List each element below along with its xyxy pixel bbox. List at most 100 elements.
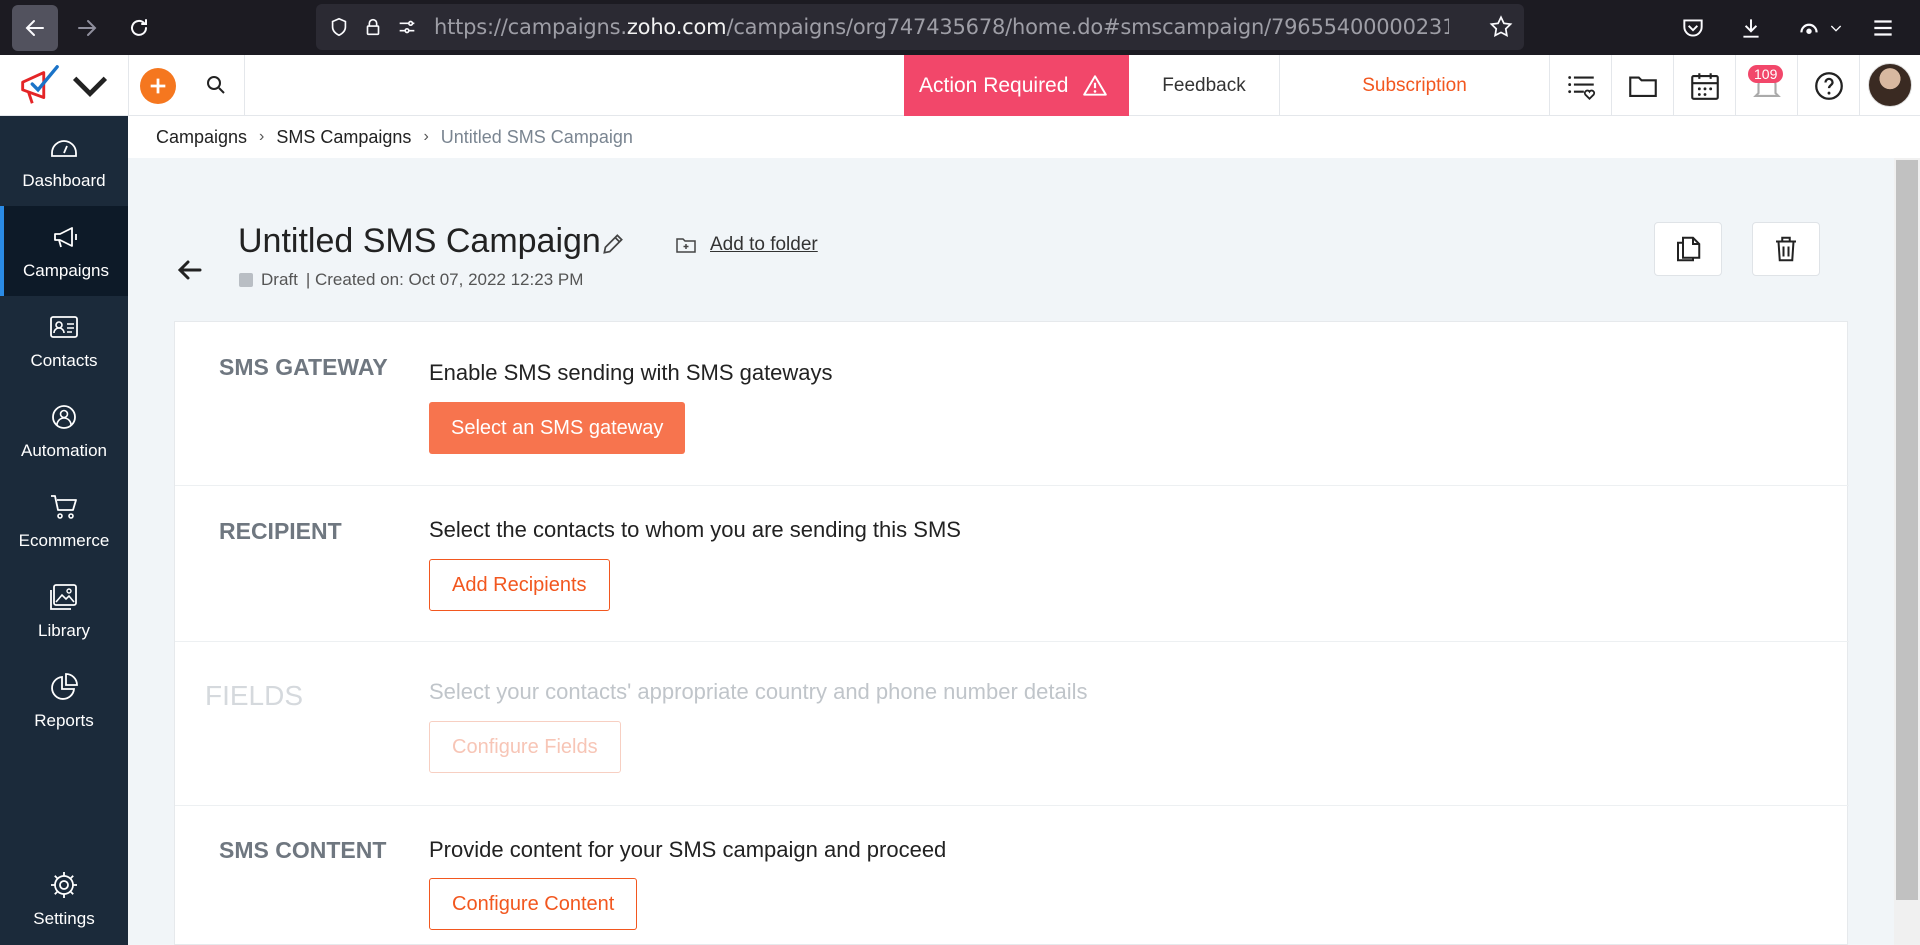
chevron-right-icon: › (423, 128, 429, 145)
create-button[interactable] (140, 68, 176, 104)
subscription-link[interactable]: Subscription (1280, 55, 1550, 116)
section-label: SMS CONTENT (219, 837, 387, 863)
sidebar-item-campaigns[interactable]: Campaigns (0, 206, 128, 296)
sidebar-item-ecommerce[interactable]: Ecommerce (0, 476, 128, 566)
app-logo[interactable] (0, 55, 128, 116)
clone-button[interactable] (1654, 222, 1722, 276)
account-icon[interactable] (1796, 15, 1822, 41)
divider (244, 55, 245, 116)
section-description: Select the contacts to whom you are send… (429, 517, 961, 542)
add-recipients-button[interactable]: Add Recipients (429, 559, 610, 611)
section-description: Enable SMS sending with SMS gateways (429, 360, 833, 385)
divider (128, 55, 129, 116)
reload-button[interactable] (116, 5, 162, 51)
notifications-button[interactable]: 109 (1736, 55, 1798, 116)
favorites-list-button[interactable] (1550, 55, 1612, 116)
section-description: Provide content for your SMS campaign an… (429, 837, 947, 862)
status-indicator (239, 273, 253, 287)
pie-chart-icon (51, 673, 78, 700)
sidebar-item-label: Settings (33, 909, 95, 928)
app-header: Action Required Feedback Subscription 10… (0, 55, 1920, 116)
search-button[interactable] (200, 69, 232, 101)
section-description: Select your contacts' appropriate countr… (429, 679, 1088, 704)
gauge-icon (51, 140, 77, 157)
copy-icon (1677, 236, 1701, 262)
sidebar-item-label: Ecommerce (18, 531, 110, 550)
sidebar-item-reports[interactable]: Reports (0, 656, 128, 746)
address-bar[interactable]: https://campaigns.zoho.com/campaigns/org… (316, 4, 1524, 50)
action-required-button[interactable]: Action Required (904, 55, 1129, 116)
sidebar-item-contacts[interactable]: Contacts (0, 296, 128, 386)
sidebar-item-settings[interactable]: Settings (0, 854, 128, 944)
breadcrumb: Campaigns › SMS Campaigns › Untitled SMS… (128, 116, 1920, 158)
help-button[interactable] (1798, 55, 1860, 116)
calendar-button[interactable] (1674, 55, 1736, 116)
folder-plus-icon (676, 238, 696, 253)
sidebar-item-label: Library (38, 621, 90, 640)
url-text[interactable]: https://campaigns.zoho.com/campaigns/org… (434, 15, 1449, 39)
sidebar-item-label: Campaigns (23, 261, 109, 280)
breadcrumb-campaigns[interactable]: Campaigns (156, 127, 247, 148)
download-icon[interactable] (1738, 15, 1764, 41)
image-icon (50, 584, 77, 610)
chevron-right-icon: › (259, 128, 265, 145)
browser-toolbar: https://campaigns.zoho.com/campaigns/org… (0, 0, 1920, 55)
section-label: RECIPIENT (219, 518, 342, 544)
add-to-folder-label: Add to folder (710, 234, 818, 255)
forward-button[interactable] (64, 5, 110, 51)
sidebar-item-label: Contacts (30, 351, 98, 370)
trash-icon (1776, 236, 1796, 262)
section-label: SMS GATEWAY (219, 354, 388, 380)
permissions-icon[interactable] (396, 16, 418, 38)
delete-button[interactable] (1752, 222, 1820, 276)
sidebar-item-automation[interactable]: Automation (0, 386, 128, 476)
help-icon (1814, 71, 1843, 100)
chevron-down-icon[interactable] (1828, 15, 1844, 41)
back-arrow-icon[interactable] (174, 254, 206, 286)
configure-fields-button: Configure Fields (429, 721, 621, 773)
contact-card-icon (50, 316, 78, 338)
configure-content-button[interactable]: Configure Content (429, 878, 638, 930)
plus-icon (150, 78, 166, 94)
automation-icon (52, 405, 76, 429)
recipient-section: RECIPIENT Select the contacts to whom yo… (175, 486, 1849, 642)
search-icon (207, 76, 225, 94)
feedback-link[interactable]: Feedback (1129, 55, 1280, 116)
back-button[interactable] (12, 4, 58, 51)
list-heart-icon (1567, 75, 1595, 100)
sidebar-item-library[interactable]: Library (0, 566, 128, 656)
sidebar: Dashboard Campaigns Contacts Automation … (0, 116, 128, 945)
menu-icon[interactable] (1870, 15, 1896, 41)
section-label: FIELDS (205, 680, 304, 711)
zoho-campaigns-logo-icon (21, 64, 59, 104)
sidebar-item-dashboard[interactable]: Dashboard (0, 116, 128, 206)
gear-icon (51, 872, 77, 898)
pencil-icon[interactable] (600, 231, 626, 257)
shield-icon[interactable] (328, 16, 350, 38)
notification-badge: 109 (1748, 65, 1784, 83)
scrollbar-thumb[interactable] (1896, 160, 1918, 900)
arrow-left-icon (25, 19, 44, 36)
sms-gateway-section: SMS GATEWAY Enable SMS sending with SMS … (175, 322, 1849, 486)
arrow-right-icon (78, 19, 97, 36)
sidebar-item-label: Automation (21, 441, 107, 460)
action-required-label: Action Required (919, 73, 1069, 97)
status-line: Draft | Created on: Oct 07, 2022 12:23 P… (239, 270, 583, 290)
page-title: Untitled SMS Campaign (238, 222, 601, 260)
sidebar-item-label: Reports (34, 711, 94, 730)
select-sms-gateway-button[interactable]: Select an SMS gateway (429, 402, 686, 454)
breadcrumb-sms-campaigns[interactable]: SMS Campaigns (276, 127, 411, 148)
breadcrumb-current: Untitled SMS Campaign (440, 126, 633, 147)
star-icon[interactable] (1488, 14, 1514, 40)
folders-button[interactable] (1612, 55, 1674, 116)
chevron-down-icon[interactable] (67, 63, 113, 109)
pocket-icon[interactable] (1680, 15, 1706, 41)
lock-icon[interactable] (362, 16, 384, 38)
avatar[interactable] (1868, 63, 1912, 107)
sidebar-item-label: Dashboard (22, 171, 106, 190)
status-badge: Draft (261, 270, 298, 289)
warning-icon (1083, 74, 1108, 96)
sms-content-section: SMS CONTENT Provide content for your SMS… (175, 806, 1849, 945)
cart-icon (51, 495, 77, 519)
add-to-folder-link[interactable]: Add to folder (674, 233, 818, 257)
